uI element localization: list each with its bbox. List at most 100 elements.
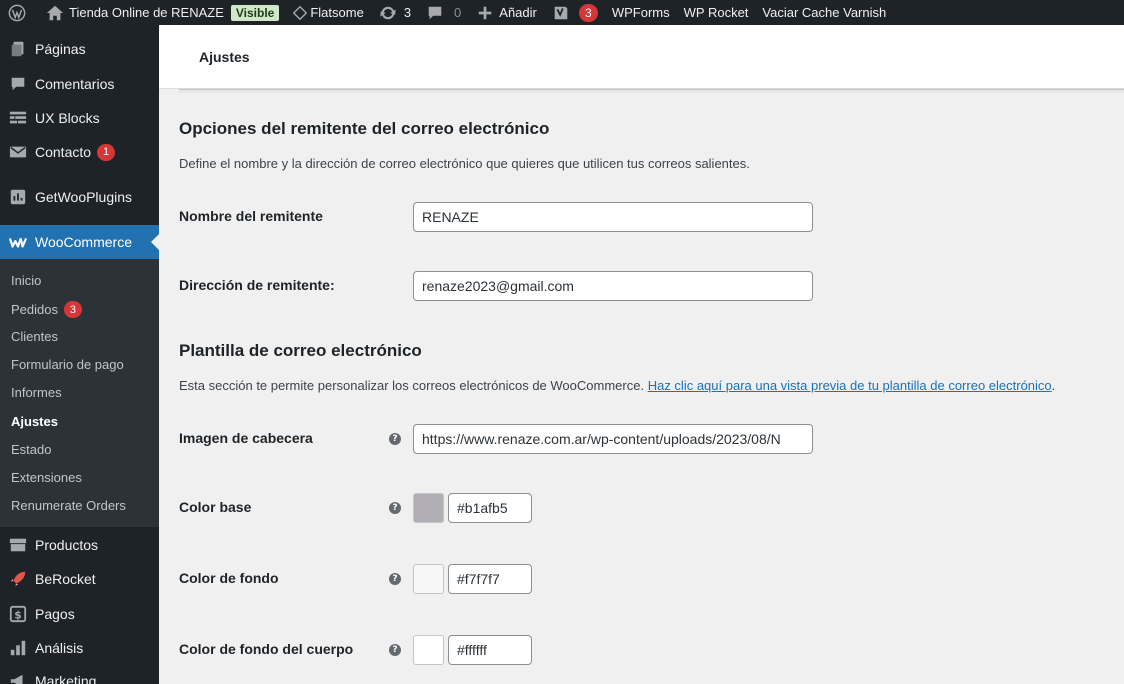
description-period: .	[1051, 378, 1056, 393]
submenu-item-formulario-de-pago[interactable]: Formulario de pago	[11, 357, 124, 372]
theme-link[interactable]: Flatsome	[286, 0, 370, 25]
help-icon[interactable]: ?	[389, 573, 401, 585]
submenu-item-extensiones[interactable]: Extensiones	[11, 470, 82, 485]
submenu-item-estado[interactable]: Estado	[11, 442, 51, 457]
varnish-cache-label: Vaciar Cache Varnish	[762, 5, 887, 20]
sender-options-heading: Opciones del remitente del correo electr…	[179, 119, 550, 138]
sidebar-item-woocommerce[interactable]: WooCommerce	[0, 225, 159, 259]
sidebar-item-label: UX Blocks	[35, 110, 100, 126]
submenu-item-label: Clientes	[11, 329, 58, 344]
submenu-item-label: Pedidos	[11, 302, 58, 317]
svg-text:$: $	[14, 609, 22, 622]
sidebar-item-getwooplugins[interactable]: GetWooPlugins	[0, 185, 159, 209]
yoast-link[interactable]: 3	[544, 0, 605, 25]
template-preview-link[interactable]: Haz clic aquí para una vista previa de t…	[648, 378, 1052, 393]
sender-name-label: Nombre del remitente	[179, 208, 323, 224]
products-icon	[8, 535, 28, 555]
updates-count: 3	[403, 5, 412, 20]
sender-options-description: Define el nombre y la dirección de corre…	[179, 156, 750, 171]
submenu-item-pedidos[interactable]: Pedidos 3	[11, 301, 82, 318]
plugins-icon	[8, 187, 28, 207]
varnish-cache-link[interactable]: Vaciar Cache Varnish	[755, 0, 893, 25]
settings-tab-strip: Ajustes	[159, 25, 1124, 89]
admin-bar: Tienda Online de RENAZE Visible Flatsome…	[0, 0, 1124, 25]
tab-divider	[179, 89, 1124, 93]
email-template-description-text: Esta sección te permite personalizar los…	[179, 378, 645, 393]
background-color-input[interactable]	[448, 564, 532, 594]
comments-icon	[8, 74, 28, 94]
theme-name: Flatsome	[310, 5, 364, 20]
woocommerce-submenu: Inicio Pedidos 3 Clientes Formulario de p…	[0, 259, 159, 527]
site-name-link[interactable]: Tienda Online de RENAZE Visible	[38, 0, 286, 25]
comment-icon	[425, 3, 445, 23]
sidebar-item-label: Contacto	[35, 144, 92, 160]
megaphone-icon	[8, 671, 28, 684]
sidebar-item-productos[interactable]: Productos	[0, 533, 159, 557]
wordpress-logo-button[interactable]	[0, 0, 38, 25]
submenu-item-label: Extensiones	[11, 470, 82, 485]
wordpress-icon	[7, 3, 27, 23]
payments-icon: $	[8, 604, 28, 624]
site-name: Tienda Online de RENAZE	[69, 5, 224, 20]
submenu-item-informes[interactable]: Informes	[11, 385, 62, 400]
yoast-icon	[551, 3, 571, 23]
yoast-count-badge: 3	[578, 3, 598, 22]
sidebar-item-label: Páginas	[35, 41, 86, 57]
sidebar-item-contacto[interactable]: Contacto 1	[0, 140, 159, 164]
base-color-input[interactable]	[448, 493, 532, 523]
background-color-label: Color de fondo	[179, 570, 279, 586]
wpforms-link[interactable]: WPForms	[605, 0, 677, 25]
comments-link[interactable]: 0	[418, 0, 468, 25]
header-image-input[interactable]	[413, 424, 813, 454]
base-color-swatch[interactable]	[413, 493, 444, 523]
sender-address-label: Dirección de remitente:	[179, 277, 335, 293]
comments-count: 0	[454, 5, 462, 20]
submenu-item-label: Renumerate Orders	[11, 498, 126, 513]
sidebar-item-marketing[interactable]: Marketing	[0, 669, 159, 684]
submenu-item-clientes[interactable]: Clientes	[11, 329, 58, 344]
updates-link[interactable]: 3	[371, 0, 418, 25]
submenu-item-label: Formulario de pago	[11, 357, 124, 372]
help-icon[interactable]: ?	[389, 433, 401, 445]
sidebar-item-ux-blocks[interactable]: UX Blocks	[0, 106, 159, 130]
sender-address-input[interactable]	[413, 271, 813, 301]
body-background-color-input[interactable]	[448, 635, 532, 665]
sidebar-item-berocket[interactable]: BeRocket	[0, 567, 159, 591]
submenu-item-label: Ajustes	[11, 414, 58, 429]
submenu-item-renumerate-orders[interactable]: Renumerate Orders	[11, 498, 126, 513]
pedidos-badge: 3	[63, 301, 82, 318]
sender-name-input[interactable]	[413, 202, 813, 232]
submenu-item-ajustes[interactable]: Ajustes	[11, 414, 58, 429]
visible-badge: Visible	[230, 4, 280, 21]
submenu-item-label: Informes	[11, 385, 62, 400]
submenu-item-inicio[interactable]: Inicio	[11, 273, 41, 288]
admin-sidebar: Páginas Comentarios UX Blocks Contacto 1…	[0, 25, 159, 684]
sidebar-item-label: Análisis	[35, 640, 84, 656]
body-background-color-swatch[interactable]	[413, 635, 444, 665]
mail-icon	[8, 142, 28, 162]
body-background-color-label: Color de fondo del cuerpo	[179, 641, 354, 657]
wprocket-link[interactable]: WP Rocket	[677, 0, 756, 25]
sidebar-item-analisis[interactable]: Análisis	[0, 636, 159, 660]
rocket-icon	[8, 569, 28, 589]
sidebar-item-label: GetWooPlugins	[35, 189, 133, 205]
pages-icon	[8, 39, 28, 59]
help-icon[interactable]: ?	[389, 644, 401, 656]
sidebar-item-label: Productos	[35, 537, 99, 553]
sidebar-item-paginas[interactable]: Páginas	[0, 37, 159, 61]
sidebar-item-label: Marketing	[35, 673, 97, 684]
sidebar-item-comentarios[interactable]: Comentarios	[0, 72, 159, 96]
ux-blocks-icon	[8, 108, 28, 128]
background-color-swatch[interactable]	[413, 564, 444, 594]
sidebar-item-pagos[interactable]: $ Pagos	[0, 602, 159, 626]
tab-ajustes[interactable]: Ajustes	[199, 49, 250, 65]
submenu-item-label: Inicio	[11, 273, 42, 288]
email-template-heading: Plantilla de correo electrónico	[179, 341, 422, 360]
submenu-item-label: Estado	[11, 442, 52, 457]
plus-icon	[475, 3, 495, 23]
analytics-icon	[8, 638, 28, 658]
contacto-badge: 1	[97, 143, 116, 161]
help-icon[interactable]: ?	[389, 502, 401, 514]
add-new-link[interactable]: Añadir	[468, 0, 544, 25]
sidebar-item-label: Comentarios	[35, 76, 115, 92]
